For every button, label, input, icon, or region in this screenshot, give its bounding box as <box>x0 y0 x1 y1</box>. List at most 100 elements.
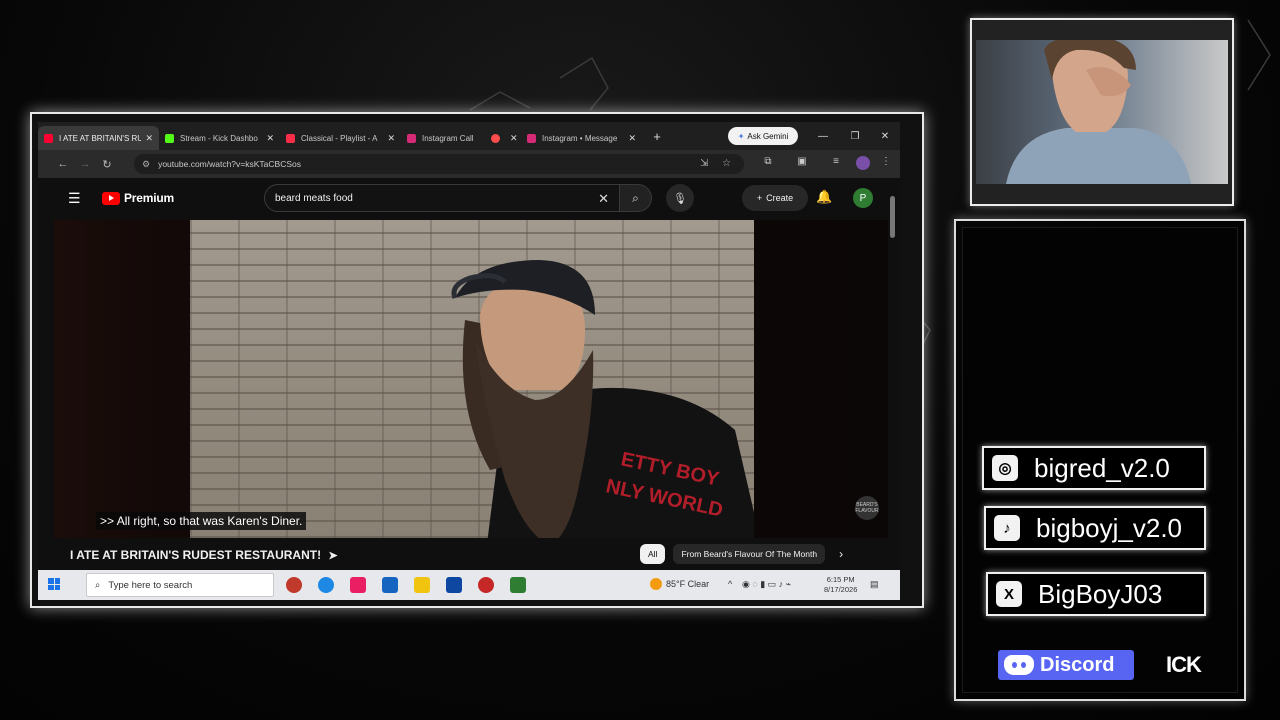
new-tab-button[interactable]: + <box>646 129 668 144</box>
youtube-page: ☰ Premium beard meats food ✕ ⌕ 🎙 + Creat… <box>54 178 900 600</box>
music-icon <box>286 133 295 143</box>
create-label: Create <box>766 193 794 203</box>
discord-label: Discord <box>1040 653 1115 676</box>
cursor-icon: ➤ <box>328 550 338 562</box>
discord-badge: Discord <box>998 650 1134 680</box>
menu-icon[interactable]: ☰ <box>68 190 81 207</box>
tab-label: I ATE AT BRITAIN'S RU <box>59 133 142 143</box>
url-text: youtube.com/watch?v=ksKTaCBCSos <box>158 159 301 169</box>
store-taskbar-icon[interactable] <box>446 577 462 593</box>
close-icon[interactable]: ✕ <box>628 133 636 144</box>
bookmark-star-icon[interactable]: ☆ <box>722 158 731 169</box>
tab-label: Stream - Kick Dashbo <box>180 133 258 143</box>
notification-center-icon[interactable]: ▤ <box>870 579 879 590</box>
reload-icon[interactable]: ↻ <box>96 158 118 171</box>
mic-icon: 🎙 <box>673 192 687 205</box>
webcam-feed <box>976 40 1228 184</box>
weather-icon[interactable] <box>650 578 662 590</box>
chip-all[interactable]: All <box>640 544 666 564</box>
mail-taskbar-icon[interactable] <box>382 577 398 593</box>
browser-window: I ATE AT BRITAIN'S RU ✕ Stream - Kick Da… <box>38 122 900 600</box>
chrome-taskbar-icon[interactable] <box>286 577 302 593</box>
tray-chevron-icon[interactable]: ^ <box>728 579 732 589</box>
video-caption: >> All right, so that was Karen's Diner. <box>96 512 307 530</box>
instagram-icon <box>527 133 536 143</box>
youtube-play-icon <box>102 191 120 205</box>
tab-bar: I ATE AT BRITAIN'S RU ✕ Stream - Kick Da… <box>38 122 900 150</box>
instagram-icon: ◎ <box>992 455 1018 481</box>
install-icon[interactable]: ⇲ <box>700 158 708 169</box>
chevron-right-icon[interactable]: › <box>839 547 843 561</box>
restore-button[interactable]: ❐ <box>840 122 870 150</box>
close-icon[interactable]: ✕ <box>387 133 395 144</box>
chip-from-channel[interactable]: From Beard's Flavour Of The Month <box>673 544 826 564</box>
search-placeholder: Type here to search <box>108 579 193 591</box>
kick-logo: ICK <box>1166 652 1202 677</box>
clock-date: 8/17/2026 <box>824 585 858 594</box>
file-explorer-icon[interactable] <box>414 577 430 593</box>
search-button[interactable]: ⌕ <box>620 184 652 212</box>
url-field[interactable]: ⚙ youtube.com/watch?v=ksKTaCBCSos ⇲ ☆ <box>134 154 744 174</box>
tab-label: Instagram Call <box>422 133 474 143</box>
address-bar: ← → ↻ ⚙ youtube.com/watch?v=ksKTaCBCSos … <box>38 150 900 178</box>
tab-label: Classical - Playlist - A <box>301 133 378 143</box>
profile-icon[interactable] <box>856 156 870 170</box>
video-title: I ATE AT BRITAIN'S RUDEST RESTAURANT! ➤ <box>70 548 338 562</box>
obs-taskbar-icon[interactable] <box>478 577 494 593</box>
voice-search-button[interactable]: 🎙 <box>666 184 694 212</box>
site-info-icon[interactable]: ⚙ <box>142 159 150 170</box>
webcam-person <box>1006 40 1191 184</box>
tiktok-icon: ♪ <box>994 515 1020 541</box>
clear-icon[interactable]: ✕ <box>598 191 609 207</box>
video-title-text: I ATE AT BRITAIN'S RUDEST RESTAURANT! <box>70 548 322 562</box>
split-view-icon[interactable]: ▣ <box>794 156 810 167</box>
scrollbar-thumb[interactable] <box>890 196 895 238</box>
tab-recording[interactable]: ✕ <box>485 126 521 150</box>
tab-instagram-messages[interactable]: Instagram • Message ✕ <box>521 126 642 150</box>
tab-apple-music[interactable]: Classical - Playlist - A ✕ <box>280 126 401 150</box>
tab-youtube[interactable]: I ATE AT BRITAIN'S RU ✕ <box>38 126 159 150</box>
forward-icon[interactable]: → <box>74 158 96 170</box>
copilot-taskbar-icon[interactable] <box>350 577 366 593</box>
account-avatar[interactable]: P <box>853 188 873 208</box>
discord-icon <box>1004 655 1034 675</box>
minimize-button[interactable]: — <box>808 122 838 150</box>
extensions-icon[interactable]: ⧉ <box>760 156 776 167</box>
video-frame[interactable]: ETTY BOY NLY WORLD <box>190 220 754 538</box>
create-button[interactable]: + Create <box>742 185 808 211</box>
tray-icons[interactable]: ◉ ◌ ▮ ▭ ♪ ⌁ <box>742 579 791 590</box>
youtube-icon <box>44 133 53 143</box>
sparkle-icon: ✦ <box>737 131 745 141</box>
video-player[interactable]: ETTY BOY NLY WORLD >> All right, so that… <box>54 220 888 538</box>
menu-kebab-icon[interactable]: ⋮ <box>878 156 894 167</box>
tiktok-social: ♪ bigboyj_v2.0 <box>984 506 1206 550</box>
youtube-header: ☰ Premium beard meats food ✕ ⌕ 🎙 + Creat… <box>54 178 900 218</box>
channel-watermark[interactable]: BEARD'S FLAVOUR <box>855 496 879 520</box>
plus-icon: + <box>756 193 763 203</box>
tab-instagram-call[interactable]: Instagram Call <box>401 126 485 150</box>
weather-text[interactable]: 85°F Clear <box>666 579 709 589</box>
youtube-logo[interactable]: Premium <box>102 191 174 205</box>
edge-taskbar-icon[interactable] <box>318 577 334 593</box>
x-social: X BigBoyJ03 <box>986 572 1206 616</box>
gemini-label: Ask Gemini <box>747 131 789 141</box>
instagram-icon <box>407 133 416 143</box>
tiktok-handle: bigboyj_v2.0 <box>1036 512 1182 543</box>
ask-gemini-button[interactable]: ✦ Ask Gemini <box>728 127 798 145</box>
taskbar-search-input[interactable]: ⌕ Type here to search <box>86 573 274 597</box>
kick-icon <box>165 133 174 143</box>
close-window-button[interactable]: ✕ <box>870 122 900 150</box>
close-icon[interactable]: ✕ <box>266 133 274 144</box>
windows-start-icon[interactable] <box>48 578 60 590</box>
search-value: beard meats food <box>275 192 353 204</box>
close-icon[interactable]: ✕ <box>145 133 153 144</box>
search-input[interactable]: beard meats food ✕ <box>264 184 620 212</box>
back-icon[interactable]: ← <box>52 158 74 170</box>
tab-kick[interactable]: Stream - Kick Dashbo ✕ <box>159 126 280 150</box>
taskbar-clock[interactable]: 6:15 PM 8/17/2026 <box>824 575 857 595</box>
close-icon[interactable]: ✕ <box>510 133 518 144</box>
media-queue-icon[interactable]: ≡ <box>828 156 844 167</box>
xbox-taskbar-icon[interactable] <box>510 577 526 593</box>
windows-taskbar: ⌕ Type here to search 85°F Clear ^ ◉ ◌ ▮… <box>38 570 900 600</box>
notifications-icon[interactable]: 🔔 <box>816 189 832 205</box>
